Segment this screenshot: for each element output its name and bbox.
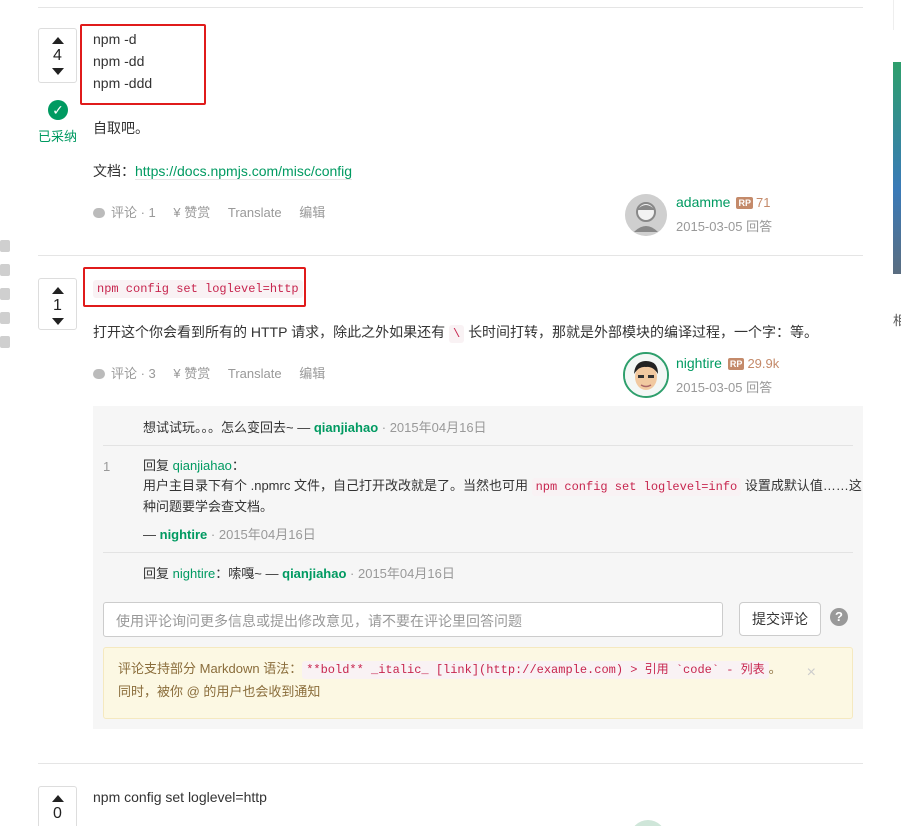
- inline-code: npm config set loglevel=info: [531, 478, 742, 496]
- comment-action[interactable]: 评论 · 3: [93, 366, 156, 381]
- comment-item: 回复 qianjiahao： 用户主目录下有个 .npmrc 文件，自己打开改改…: [143, 456, 862, 545]
- text-segment: 长时间打转，那就是外部模块的编译过程，一个字：等。: [468, 324, 819, 340]
- comment-action[interactable]: 评论 · 1: [93, 205, 156, 220]
- tip-text: 同时，被你 @ 的用户也会收到通知: [118, 684, 321, 699]
- rp-badge: RP: [727, 358, 745, 370]
- doc-line: 文档：https://docs.npmjs.com/misc/config: [93, 161, 353, 181]
- comment-author[interactable]: qianjiahao: [314, 420, 378, 435]
- answer-actions: 评论 · 1 ¥ 赞赏 Translate 编辑: [93, 202, 339, 221]
- comment-time: · 2015年04月16日: [210, 527, 316, 542]
- answer-actions: 评论 · 3 ¥ 赞赏 Translate 编辑: [93, 363, 339, 382]
- avatar[interactable]: [630, 820, 666, 826]
- vote-count: 4: [53, 47, 62, 64]
- comment-author[interactable]: qianjiahao: [282, 566, 346, 581]
- comment-time: · 2015年04月16日: [381, 420, 487, 435]
- inline-code: npm config set loglevel=http: [93, 280, 303, 298]
- inline-code: \: [448, 325, 465, 343]
- text-segment: 打开这个你会看到所有的 HTTP 请求，除此之外如果还有: [93, 324, 446, 340]
- inline-code: **bold** _italic_ [link](http://example.…: [302, 661, 769, 679]
- author-name[interactable]: adamme: [676, 194, 730, 210]
- comment-time: · 2015年04月16日: [350, 566, 455, 581]
- downvote-icon[interactable]: [51, 68, 64, 75]
- vote-widget: 4: [38, 28, 77, 83]
- reputation: 71: [755, 195, 771, 210]
- reply-target[interactable]: qianjiahao: [173, 458, 232, 473]
- downvote-icon[interactable]: [51, 318, 64, 325]
- tip-text: 评论支持部分 Markdown 语法：: [118, 661, 303, 676]
- edit-action[interactable]: 编辑: [299, 205, 325, 220]
- upvote-icon[interactable]: [51, 287, 64, 294]
- code-line: npm -dd: [93, 53, 145, 69]
- doc-link[interactable]: https://docs.npmjs.com/misc/config: [135, 163, 353, 180]
- divider: [38, 7, 863, 8]
- answer-code: npm config set loglevel=http: [93, 279, 303, 298]
- wechat-icon[interactable]: [0, 288, 10, 300]
- answer-text: npm config set loglevel=http: [93, 789, 267, 805]
- answer-text: 打开这个你会看到所有的 HTTP 请求，除此之外如果还有 \ 长时间打转，那就是…: [93, 322, 819, 343]
- edit-action[interactable]: 编辑: [299, 366, 325, 381]
- reply-colon: ：: [231, 458, 245, 473]
- answer-code-block: npm -d npm -dd npm -ddd: [93, 28, 152, 94]
- reply-prefix: 回复: [143, 566, 170, 581]
- translate-action[interactable]: Translate: [228, 366, 282, 381]
- code-line: npm -ddd: [93, 75, 153, 91]
- comment-vote-count: 1: [103, 459, 111, 474]
- upvote-icon[interactable]: [51, 37, 64, 44]
- tip-text: 。: [768, 661, 782, 676]
- vote-widget: 0: [38, 786, 77, 826]
- sidebar-heading-fragment: 相: [893, 313, 901, 328]
- author-name[interactable]: nightire: [676, 355, 722, 371]
- reply-target[interactable]: nightire: [173, 566, 216, 581]
- divider: [38, 255, 863, 256]
- code-line: npm -d: [93, 31, 137, 47]
- comment-input[interactable]: 使用评论询问更多信息或提出修改意见，请不要在评论里回答问题: [103, 602, 723, 637]
- facebook-icon[interactable]: [0, 336, 10, 348]
- weibo-icon[interactable]: [0, 264, 10, 276]
- vote-widget: 1: [38, 278, 77, 330]
- share-sidebar: [0, 240, 12, 360]
- comment-icon: [93, 369, 105, 379]
- close-icon[interactable]: ×: [807, 662, 816, 684]
- comment-item: 回复 nightire：嗦嘎~ — qianjiahao · 2015年04月1…: [143, 563, 455, 582]
- accepted-label: 已采纳: [38, 129, 78, 144]
- comment-text: 想试试玩。。。怎么变回去~ —: [143, 420, 311, 435]
- reward-action[interactable]: ¥ 赞赏: [173, 366, 210, 381]
- comment-item: 想试试玩。。。怎么变回去~ — qianjiahao · 2015年04月16日: [143, 417, 487, 436]
- rp-badge: RP: [736, 197, 753, 209]
- comment-dash: —: [143, 527, 156, 542]
- avatar[interactable]: [625, 194, 667, 236]
- answer-text: 自取吧。: [93, 120, 149, 136]
- upvote-icon[interactable]: [51, 795, 64, 802]
- comment-divider: [103, 445, 853, 446]
- comment-text: ：嗦嘎~ —: [215, 566, 279, 581]
- author-info: adamme RP 71: [676, 194, 770, 210]
- comment-divider: [103, 552, 853, 553]
- vote-count: 1: [53, 297, 62, 314]
- author-info: nightire RP 29.9k: [676, 355, 779, 371]
- answer-time: 2015-03-05 回答: [676, 380, 773, 395]
- reputation: 29.9k: [747, 356, 780, 371]
- translate-action[interactable]: Translate: [228, 205, 282, 220]
- reward-action[interactable]: ¥ 赞赏: [173, 205, 210, 220]
- sidebar-banner-image[interactable]: [893, 62, 901, 274]
- comment-text: 种问题要学会查文档。: [143, 499, 274, 514]
- answer-time: 2015-03-05 回答: [676, 219, 773, 234]
- accepted-check-icon: ✓: [48, 100, 68, 120]
- bookmark-icon[interactable]: [0, 240, 10, 252]
- vote-count: 0: [53, 805, 62, 822]
- divider: [38, 763, 863, 764]
- comment-icon: [93, 208, 105, 218]
- help-icon[interactable]: ?: [830, 608, 848, 626]
- avatar[interactable]: [623, 352, 669, 398]
- right-column-edge: [893, 0, 901, 30]
- markdown-tip: 评论支持部分 Markdown 语法： **bold** _italic_ [li…: [103, 647, 853, 719]
- doc-label: 文档：: [93, 163, 135, 179]
- comment-author[interactable]: nightire: [160, 527, 208, 542]
- comment-text: 设置成默认值……这: [744, 478, 862, 493]
- submit-comment-button[interactable]: 提交评论: [739, 602, 821, 636]
- reply-prefix: 回复: [143, 458, 170, 473]
- twitter-icon[interactable]: [0, 312, 10, 324]
- comment-text: 用户主目录下有个 .npmrc 文件，自己打开改改就是了。当然也可用: [143, 478, 528, 493]
